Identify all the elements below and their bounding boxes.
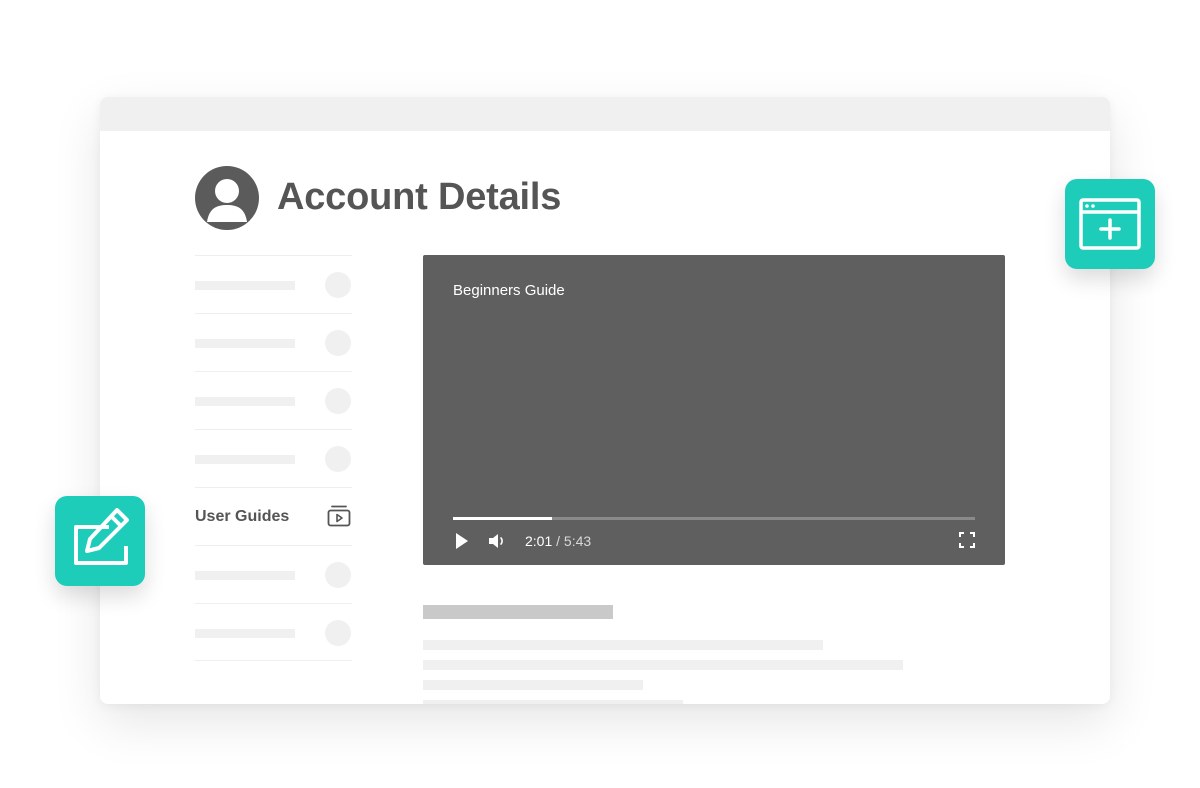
placeholder-bar <box>195 281 295 290</box>
placeholder-bar <box>195 455 295 464</box>
placeholder-circle-icon <box>325 446 351 472</box>
volume-icon[interactable] <box>487 531 507 551</box>
placeholder-circle-icon <box>325 562 351 588</box>
video-player[interactable]: Beginners Guide 2:01 / 5:43 <box>423 255 1005 565</box>
sidebar-item[interactable] <box>195 429 352 487</box>
video-playlist-icon <box>327 505 351 527</box>
content-line-placeholder <box>423 640 823 650</box>
sidebar-item[interactable] <box>195 371 352 429</box>
time-separator: / <box>552 533 564 549</box>
video-title: Beginners Guide <box>453 282 565 299</box>
window-titlebar <box>100 97 1110 131</box>
content-heading-placeholder <box>423 605 613 619</box>
content-line-placeholder <box>423 680 643 690</box>
edit-button[interactable] <box>55 496 145 586</box>
sidebar-item-label: User Guides <box>195 508 290 525</box>
placeholder-circle-icon <box>325 330 351 356</box>
user-avatar-icon[interactable] <box>195 166 259 230</box>
placeholder-bar <box>195 629 295 638</box>
placeholder-bar <box>195 339 295 348</box>
current-time: 2:01 <box>525 533 553 549</box>
video-progress-bar[interactable] <box>453 517 975 520</box>
placeholder-circle-icon <box>325 620 351 646</box>
app-window: Account Details User Guides Beginners Gu… <box>100 97 1110 704</box>
sidebar-item[interactable] <box>195 313 352 371</box>
placeholder-circle-icon <box>325 388 351 414</box>
page-title: Account Details <box>277 176 562 218</box>
video-progress-fill <box>453 517 553 520</box>
placeholder-bar <box>195 397 295 406</box>
content-line-placeholder <box>423 700 683 704</box>
fullscreen-icon[interactable] <box>958 531 976 549</box>
sidebar-item[interactable] <box>195 545 352 603</box>
stage: Account Details User Guides Beginners Gu… <box>0 0 1200 788</box>
video-time: 2:01 / 5:43 <box>525 532 591 550</box>
placeholder-circle-icon <box>325 272 351 298</box>
play-icon[interactable] <box>453 531 471 551</box>
content-line-placeholder <box>423 660 903 670</box>
sidebar-nav: User Guides <box>195 255 352 661</box>
add-window-button[interactable] <box>1065 179 1155 269</box>
sidebar-item[interactable] <box>195 255 352 313</box>
placeholder-bar <box>195 571 295 580</box>
video-duration: 5:43 <box>563 533 592 549</box>
add-window-icon <box>1079 198 1141 250</box>
edit-icon <box>74 508 129 565</box>
sidebar-item[interactable] <box>195 603 352 661</box>
sidebar-item-user-guides[interactable]: User Guides <box>195 487 352 545</box>
